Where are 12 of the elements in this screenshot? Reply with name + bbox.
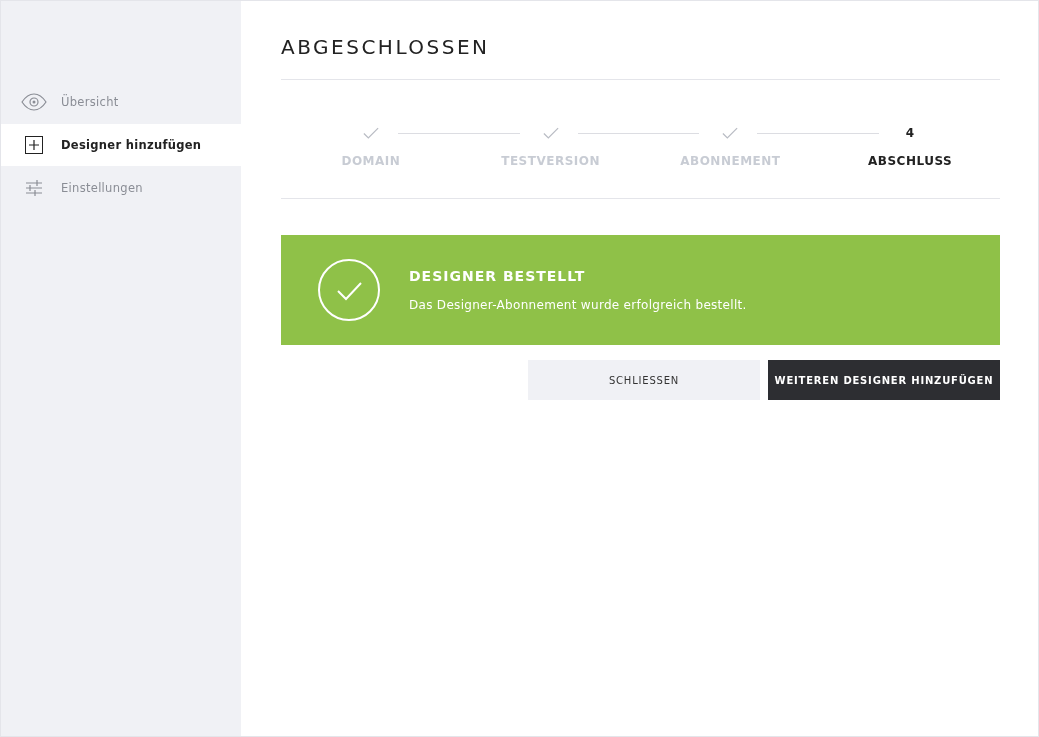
plus-square-icon xyxy=(25,136,43,154)
banner-message: Das Designer-Abonnement wurde erfolgreich bestellt. xyxy=(409,298,747,312)
sidebar-item[interactable]: Designer hinzufügen xyxy=(1,124,241,166)
add-designer-button[interactable]: WEITEREN DESIGNER HINZUFÜGEN xyxy=(768,360,1000,400)
step-number: 4 xyxy=(905,126,915,140)
banner-title: DESIGNER BESTELLT xyxy=(409,268,587,284)
close-button[interactable]: SCHLIESSEN xyxy=(528,360,760,400)
check-circle-icon xyxy=(317,258,381,322)
sliders-icon xyxy=(25,179,43,197)
page-title: ABGESCHLOSSEN xyxy=(281,35,491,61)
eye-icon xyxy=(21,93,47,111)
step-label: ABSCHLUSS xyxy=(868,154,953,168)
